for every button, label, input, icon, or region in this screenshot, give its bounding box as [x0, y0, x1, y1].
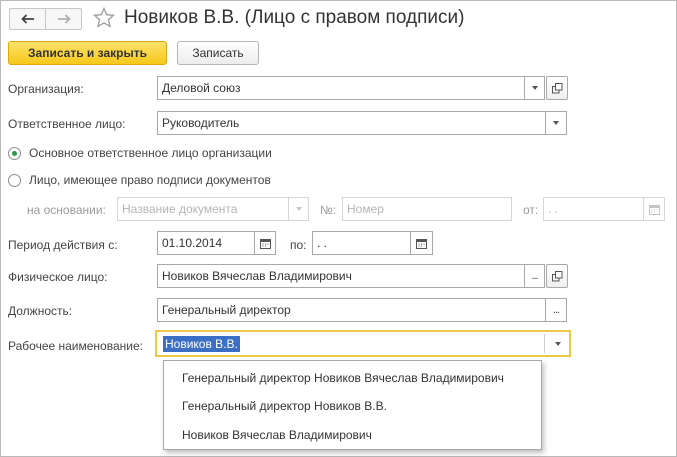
radio-main-option[interactable]: Основное ответственное лицо организации [8, 146, 272, 160]
caret-down-icon [295, 207, 302, 211]
radio-selected-dot [12, 150, 17, 156]
period-label: Период действия с: [8, 238, 118, 252]
position-field[interactable]: Генеральный директор [157, 298, 546, 322]
calendar-icon [648, 204, 660, 215]
person-select-button[interactable]: ... [525, 264, 545, 288]
organization-open-button[interactable] [546, 76, 568, 100]
basis-number-label: №: [320, 203, 337, 217]
period-to-calendar-button[interactable] [411, 231, 433, 255]
working-name-dropdown-list: Генеральный директор Новиков Вячеслав Вл… [163, 360, 542, 450]
radio-sign-button[interactable] [8, 173, 21, 187]
position-label: Должность: [8, 304, 73, 318]
radio-sign-label: Лицо, имеющее право подписи документов [29, 173, 271, 187]
save-and-close-button[interactable]: Записать и закрыть [8, 41, 167, 65]
period-from-date-field[interactable]: 01.10.2014 [157, 231, 255, 255]
working-name-selected-text: Новиков В.В. [163, 335, 240, 352]
basis-from-date-field[interactable]: . . [543, 197, 644, 221]
save-button[interactable]: Записать [177, 41, 259, 65]
favorite-star-button[interactable] [92, 6, 116, 30]
basis-document-field[interactable]: Название документа [117, 197, 289, 221]
ellipsis-icon: ... [531, 270, 538, 282]
basis-from-label: от: [523, 203, 539, 217]
arrow-right-icon [57, 14, 71, 24]
caret-down-icon [553, 121, 559, 125]
person-field[interactable]: Новиков Вячеслав Владимирович [157, 264, 525, 288]
arrow-left-icon [20, 14, 34, 24]
dropdown-item[interactable]: Генеральный директор Новиков В.В. [182, 399, 387, 413]
radio-main-button[interactable] [8, 146, 21, 160]
open-icon [551, 82, 562, 93]
dropdown-item[interactable]: Генеральный директор Новиков Вячеслав Вл… [182, 371, 504, 385]
radio-main-label: Основное ответственное лицо организации [29, 146, 272, 160]
person-label: Физическое лицо: [8, 270, 108, 284]
responsible-label: Ответственное лицо: [8, 117, 126, 131]
forward-button[interactable] [45, 9, 81, 29]
responsible-select[interactable]: Руководитель [157, 111, 546, 135]
organization-field[interactable]: Деловой союз [157, 76, 525, 100]
nav-buttons [9, 8, 82, 30]
page-title: Новиков В.В. (Лицо с правом подписи) [124, 7, 465, 28]
caret-down-icon [531, 86, 538, 90]
basis-number-field[interactable]: Номер [342, 197, 512, 221]
divider [544, 334, 545, 353]
radio-sign-option[interactable]: Лицо, имеющее право подписи документов [8, 173, 271, 187]
organization-label: Организация: [8, 82, 84, 96]
period-to-label: по: [290, 238, 307, 252]
dropdown-item[interactable]: Новиков Вячеслав Владимирович [182, 428, 372, 442]
period-from-calendar-button[interactable] [255, 231, 276, 255]
person-open-button[interactable] [546, 264, 568, 288]
organization-dropdown-button[interactable] [525, 76, 545, 100]
working-name-field[interactable]: Новиков В.В. [155, 330, 571, 357]
star-icon [92, 6, 116, 28]
caret-down-icon [554, 341, 561, 346]
calendar-icon [259, 238, 271, 249]
basis-label: на основании: [27, 203, 106, 217]
ellipsis-icon: ... [552, 304, 560, 316]
responsible-dropdown-button[interactable] [546, 111, 567, 135]
position-select-button[interactable]: ... [546, 298, 567, 322]
calendar-icon [416, 238, 427, 249]
back-button[interactable] [10, 9, 45, 29]
open-icon [551, 270, 562, 281]
basis-from-calendar-button[interactable] [644, 197, 665, 221]
working-name-label: Рабочее наименование: [8, 339, 143, 353]
period-to-date-field[interactable]: . . [312, 231, 411, 255]
basis-dropdown-button[interactable] [289, 197, 309, 221]
working-name-dropdown-button[interactable] [547, 333, 568, 354]
